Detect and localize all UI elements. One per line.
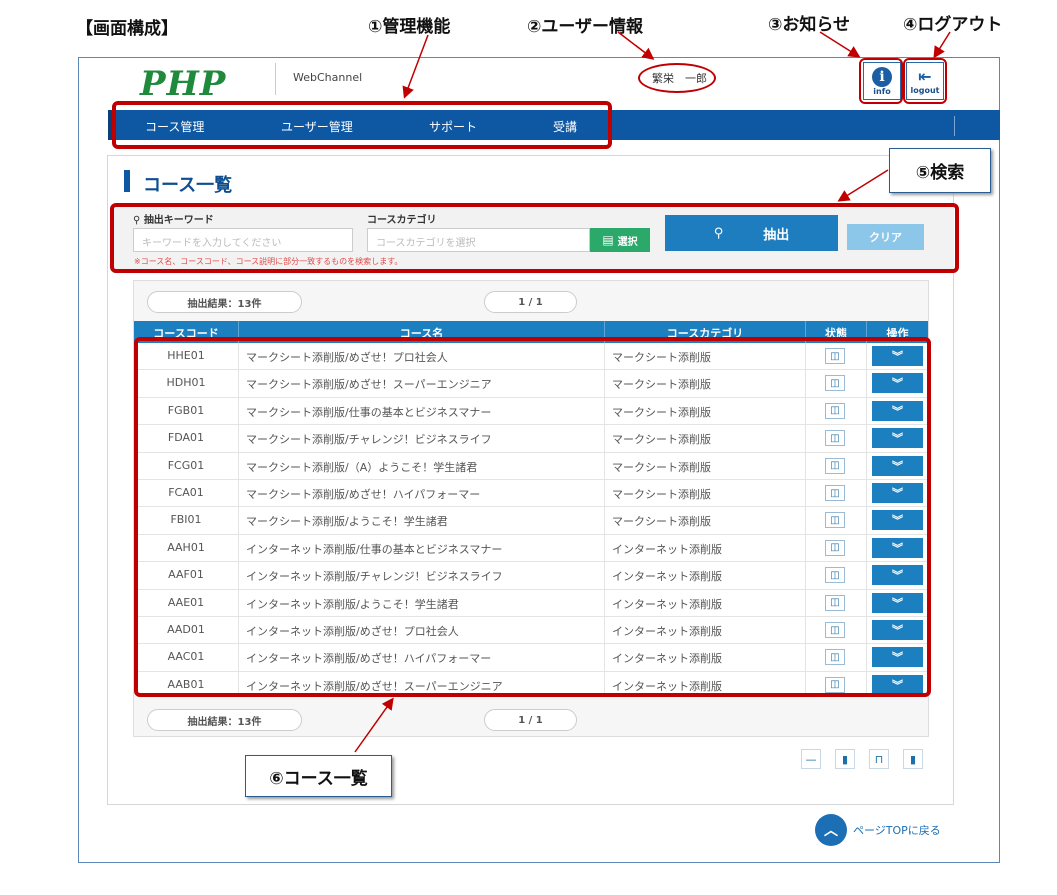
annotation-logout: ④ログアウト [903, 15, 1003, 35]
book-open-icon[interactable]: ⊓ [869, 749, 889, 769]
highlight-user [638, 63, 716, 93]
screen-title: 【画面構成】 [76, 19, 178, 39]
php-logo[interactable]: PHP [140, 64, 226, 104]
pager-top[interactable]: 1 / 1 [484, 291, 577, 313]
title-accent [124, 170, 130, 192]
annotation-notice: ③お知らせ [768, 15, 851, 35]
annotation-user: ②ユーザー情報 [527, 17, 644, 37]
header-divider [275, 63, 276, 95]
highlight-logout [903, 58, 947, 104]
app-name: WebChannel [293, 71, 363, 84]
book-closed-icon[interactable]: ▮ [835, 749, 855, 769]
book-icon[interactable]: ▮ [903, 749, 923, 769]
nav-divider [954, 116, 955, 136]
callout-course-list: ⑥コース一覧 [245, 755, 392, 797]
collapse-icon[interactable]: — [801, 749, 821, 769]
annotation-admin: ①管理機能 [368, 17, 451, 37]
page-title: コース一覧 [143, 175, 233, 196]
highlight-admin [112, 101, 612, 149]
chevron-up-icon: ︿ [824, 823, 838, 839]
highlight-course-list [134, 337, 931, 697]
result-count-bottom: 抽出結果：13件 [147, 709, 302, 731]
page-top-button[interactable]: ︿ [815, 814, 847, 846]
highlight-search [110, 203, 959, 273]
callout-search: ⑤検索 [889, 148, 991, 193]
highlight-notice [859, 58, 903, 104]
page-top-link[interactable]: ページTOPに戻る [853, 822, 941, 838]
pager-bottom[interactable]: 1 / 1 [484, 709, 577, 731]
result-count: 抽出結果：13件 [147, 291, 302, 313]
